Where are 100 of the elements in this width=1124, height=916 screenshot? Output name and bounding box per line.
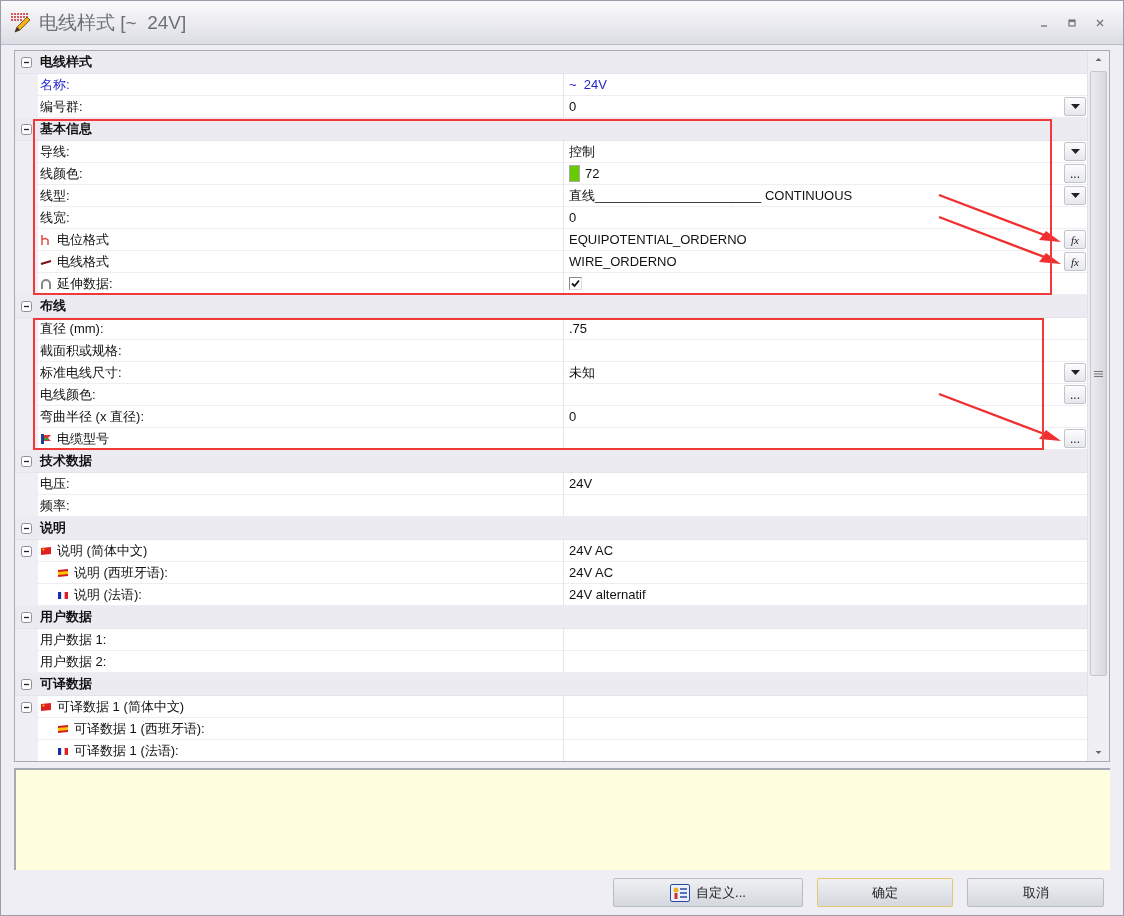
dialog-button[interactable]: 确定	[817, 878, 953, 907]
flag-icon	[57, 722, 69, 735]
dialog-button[interactable]: 取消	[967, 878, 1104, 907]
collapse-icon[interactable]	[21, 678, 32, 690]
property-row[interactable]: 线颜色: 72 ...	[15, 163, 1087, 185]
collapse-icon[interactable]	[21, 611, 32, 623]
collapse-icon[interactable]	[21, 455, 32, 467]
dropdown-button[interactable]	[1064, 186, 1086, 205]
property-row[interactable]: 可译数据 1 (西班牙语):	[15, 718, 1087, 740]
value-text: EQUIPOTENTIAL_ORDERNO	[569, 232, 747, 247]
collapse-icon[interactable]	[21, 701, 32, 713]
property-label: 截面积或规格:	[40, 341, 122, 360]
section-header: 基本信息	[39, 120, 92, 138]
caret-icon	[1070, 149, 1080, 154]
property-row[interactable]: 线型: 直线_______________________ CONTINUOUS	[15, 185, 1087, 207]
flag-icon	[57, 566, 69, 579]
formula-button[interactable]: fx	[1064, 252, 1086, 271]
property-row[interactable]: 延伸数据:	[15, 273, 1087, 295]
property-label: 说明 (法语):	[74, 585, 142, 604]
property-row[interactable]: 用户数据 2:	[15, 651, 1087, 673]
value-text: .75	[569, 321, 588, 336]
formula-button[interactable]: fx	[1064, 230, 1086, 249]
flag-icon	[57, 588, 69, 601]
property-label: 直径 (mm):	[40, 319, 104, 338]
property-row[interactable]: 用户数据 1:	[15, 629, 1087, 651]
property-row[interactable]: 说明 (简体中文) 24V AC	[15, 540, 1087, 562]
value-text: 24V AC	[569, 565, 614, 580]
section-header: 用户数据	[39, 608, 92, 626]
section-header: 说明	[38, 519, 66, 537]
close-icon[interactable]	[1095, 17, 1105, 28]
collapse-icon[interactable]	[21, 545, 32, 557]
browse-button[interactable]: ...	[1064, 164, 1086, 183]
dropdown-button[interactable]	[1064, 97, 1086, 116]
property-row[interactable]: 电缆型号 ...	[15, 428, 1087, 450]
pencil-icon	[9, 10, 33, 35]
property-row[interactable]: 截面积或规格:	[15, 340, 1087, 362]
dropdown-button[interactable]	[1064, 363, 1086, 382]
property-row[interactable]: 标准电线尺寸: 未知	[15, 362, 1087, 384]
property-row[interactable]: 电压: 24V	[15, 473, 1087, 495]
browse-button[interactable]: ...	[1064, 429, 1086, 448]
property-row[interactable]: 名称: ~ 24V	[15, 74, 1087, 96]
property-label: 可译数据 1 (西班牙语):	[74, 719, 205, 738]
property-label: 电线颜色:	[40, 385, 96, 404]
maximize-icon[interactable]	[1067, 17, 1077, 28]
scrollbar-thumb[interactable]	[1090, 71, 1107, 676]
section-header: 布线	[39, 297, 66, 315]
property-row[interactable]: 可译数据 1 (法语):	[15, 740, 1087, 761]
property-row[interactable]: 导线: 控制	[15, 141, 1087, 163]
window-title: 电线样式 [~ 24V]	[39, 10, 187, 35]
property-row[interactable]: 编号群: 0	[15, 96, 1087, 118]
value-text: 0	[569, 210, 577, 225]
property-label: 可译数据 1 (简体中文)	[57, 697, 185, 716]
property-label: 频率:	[40, 496, 70, 515]
value-text: 0	[569, 409, 577, 424]
property-label: 用户数据 2:	[40, 652, 107, 671]
collapse-icon[interactable]	[21, 300, 32, 312]
value-text: 直线_______________________ CONTINUOUS	[569, 186, 853, 205]
caret-icon	[1070, 193, 1080, 198]
property-row[interactable]: 电线颜色: ...	[15, 384, 1087, 406]
property-row[interactable]: 可译数据 1 (简体中文)	[15, 696, 1087, 718]
property-row[interactable]: 线宽: 0	[15, 207, 1087, 229]
property-row[interactable]: 直径 (mm): .75	[15, 318, 1087, 340]
collapse-icon[interactable]	[21, 522, 32, 534]
value-text: 未知	[569, 363, 595, 382]
property-label: 线型:	[40, 186, 70, 205]
property-row[interactable]: 弯曲半径 (x 直径): 0	[15, 406, 1087, 428]
property-row[interactable]: 频率:	[15, 495, 1087, 517]
section-header: 技术数据	[38, 452, 92, 470]
collapse-icon[interactable]	[21, 123, 32, 135]
property-label: 电压:	[40, 474, 70, 493]
property-label: 用户数据 1:	[40, 630, 107, 649]
property-label: 说明 (简体中文)	[57, 541, 148, 560]
property-label: 线宽:	[40, 208, 70, 227]
property-row[interactable]: 说明 (西班牙语): 24V AC	[15, 562, 1087, 584]
value-text: 24V	[569, 476, 593, 491]
property-label: 弯曲半径 (x 直径):	[40, 407, 144, 426]
flag-icon	[40, 544, 52, 557]
value-text: 24V alternatif	[569, 587, 646, 602]
property-row[interactable]: 电位格式 EQUIPOTENTIAL_ORDERNO fx	[15, 229, 1087, 251]
collapse-icon[interactable]	[21, 56, 32, 68]
value-text: 0	[569, 99, 577, 114]
flag-icon	[57, 744, 69, 757]
value-text: WIRE_ORDERNO	[569, 254, 677, 269]
property-row[interactable]: 电线格式 WIRE_ORDERNO fx	[15, 251, 1087, 273]
property-label: 说明 (西班牙语):	[74, 563, 168, 582]
property-row[interactable]: 说明 (法语): 24V alternatif	[15, 584, 1087, 606]
potential-icon	[40, 233, 52, 246]
section-header: 电线样式	[39, 53, 92, 71]
dropdown-button[interactable]	[1064, 142, 1086, 161]
value-text: 控制	[569, 142, 595, 161]
property-label: 名称:	[40, 75, 70, 94]
arc-icon	[40, 277, 52, 290]
checkbox[interactable]	[569, 277, 582, 290]
property-label: 延伸数据:	[57, 274, 113, 293]
caret-icon	[1070, 104, 1080, 109]
dialog-button[interactable]: 自定义...	[613, 878, 803, 907]
property-label: 线颜色:	[40, 164, 83, 183]
section-header: 可译数据	[39, 675, 92, 693]
browse-button[interactable]: ...	[1064, 385, 1086, 404]
value-text: ~ 24V	[569, 77, 607, 92]
